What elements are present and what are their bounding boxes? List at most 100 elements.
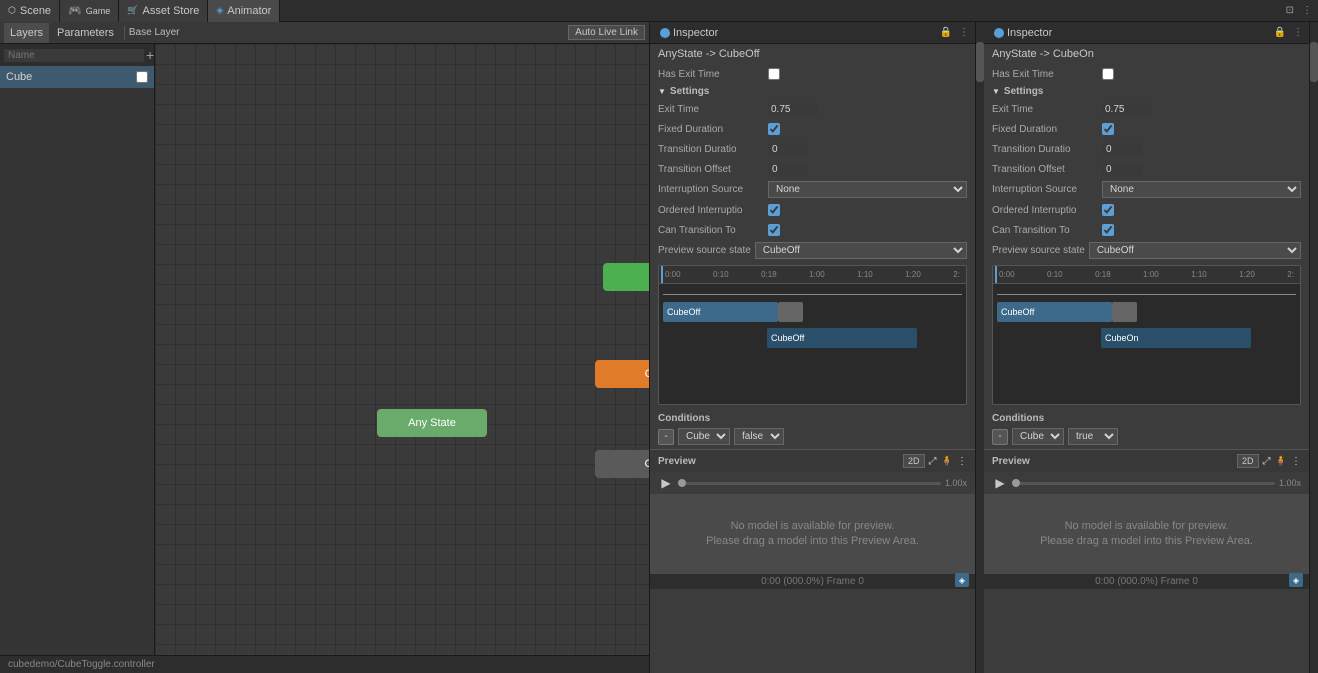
inspector2-ordered-checkbox[interactable] (1102, 204, 1114, 216)
inspector2-playbar[interactable] (1012, 482, 1275, 485)
minimize-btn[interactable]: ⊡ (1284, 5, 1296, 16)
inspector1-playbar[interactable] (678, 482, 941, 485)
auto-live-button[interactable]: Auto Live Link (568, 25, 645, 40)
inspector1-trans-duration-input[interactable] (768, 143, 808, 156)
animator-graph[interactable]: Entry Any State CubeOff CubeOn (155, 44, 649, 655)
inspector1-lock-btn[interactable]: 🔒 (938, 27, 954, 38)
preview2-more-icon[interactable]: ⋮ (1291, 456, 1301, 467)
tab-scene[interactable]: ⬡ Scene (0, 0, 60, 22)
inspector1-preview-source-dropdown[interactable]: CubeOff (755, 242, 967, 259)
inspector2-condition-minus[interactable]: - (992, 429, 1008, 445)
preview-icon-2[interactable]: 🧍 (941, 456, 953, 467)
inspector1-no-model-text: No model is available for preview.Please… (706, 519, 919, 550)
inspector1-has-exit-time-label: Has Exit Time (658, 69, 768, 80)
inspector1-settings-label: Settings (670, 86, 709, 97)
inspector1-can-transition-checkbox[interactable] (768, 224, 780, 236)
timeline2-cursor (995, 266, 997, 283)
inspector1-timeline: 0:00 0:10 0:18 1:00 1:10 1:20 2: (658, 265, 967, 405)
inspector2-preview-header: Preview 2D ⤢ 🧍 ⋮ (984, 450, 1309, 472)
inspector1-cond-operator[interactable]: false true (734, 428, 784, 445)
inspector2-no-model-text: No model is available for preview.Please… (1040, 519, 1253, 550)
inspector2-settings-section: ▼ Settings (984, 84, 1309, 99)
base-layer-label: Base Layer (129, 27, 180, 38)
right-scrollbar-thumb[interactable] (1310, 42, 1318, 82)
inspector2-frame-display: 0:00 (000.0%) Frame 0 ◈ (984, 574, 1309, 589)
preview-icon-1[interactable]: ⤢ (929, 456, 937, 467)
inspector2-preview-label: Preview (992, 456, 1030, 467)
inspector2-frame-icon[interactable]: ◈ (1289, 573, 1303, 587)
preview2-icon-2[interactable]: 🧍 (1275, 456, 1287, 467)
inspector1-tab[interactable]: Inspector (654, 22, 724, 44)
playbar2-thumb (1012, 479, 1020, 487)
inspector2-cond-operator[interactable]: true false (1068, 428, 1118, 445)
tab-asset-store[interactable]: 🛒 Asset Store (119, 0, 208, 22)
layer-sidebar: + ≡ Cube (0, 44, 155, 655)
inspector2-more-btn[interactable]: ⋮ (1291, 27, 1305, 38)
inspector2-condition-row: - Cube true false (992, 428, 1301, 445)
scrollbar-thumb[interactable] (976, 42, 984, 82)
inspector1-scroll-panel: AnyState -> CubeOff Has Exit Time ▼ Sett… (650, 44, 975, 673)
state-node-anystate[interactable]: Any State (377, 409, 487, 437)
animator-panel: Layers Parameters Base Layer Auto Live L… (0, 22, 650, 673)
inspector1-cond-param[interactable]: Cube (678, 428, 730, 445)
inspector-panel-1: Inspector 🔒 ⋮ AnyState -> CubeOff Has Ex… (650, 22, 976, 673)
inspector1-more-btn[interactable]: ⋮ (957, 27, 971, 38)
inspector2-can-transition-checkbox[interactable] (1102, 224, 1114, 236)
inspector1-condition-minus[interactable]: - (658, 429, 674, 445)
inspector1-fixed-duration-label: Fixed Duration (658, 124, 768, 135)
inspector1-ordered-checkbox[interactable] (768, 204, 780, 216)
inspector2-frame-text: 0:00 (000.0%) Frame 0 (1095, 576, 1198, 587)
layer-cube-checkbox[interactable] (136, 71, 148, 83)
inspector2-timeline-tracks: CubeOff CubeOn (993, 284, 1300, 404)
parameters-tab[interactable]: Parameters (51, 23, 120, 43)
inspector1-play-btn[interactable]: ▶ (658, 475, 674, 491)
inspector1-frame-icon[interactable]: ◈ (955, 573, 969, 587)
inspector2-has-exit-time-checkbox[interactable] (1102, 68, 1114, 80)
inspector2-preview-source-label: Preview source state (992, 245, 1085, 256)
layer-item-cube[interactable]: Cube (0, 66, 154, 88)
inspector2-timeline: 0:00 0:10 0:18 1:00 1:10 1:20 2: C (992, 265, 1301, 405)
inspector2-interruption-row: Interruption Source None (984, 179, 1309, 200)
inspector1-fixed-duration-row: Fixed Duration (650, 119, 975, 139)
state-node-cubeon[interactable]: CubeOn (595, 450, 649, 478)
toolbar-separator (124, 26, 125, 40)
more-btn[interactable]: ⋮ (1300, 5, 1314, 16)
inspector2-exit-time-input[interactable] (1102, 103, 1152, 116)
inspector2-cond-param[interactable]: Cube (1012, 428, 1064, 445)
inspector1-interruption-dropdown[interactable]: None (768, 181, 967, 198)
inspector1-exit-time-input[interactable] (768, 103, 818, 116)
inspector1-title: AnyState -> CubeOff (650, 44, 975, 64)
inspector2-interruption-dropdown[interactable]: None (1102, 181, 1301, 198)
state-node-entry[interactable]: Entry (603, 263, 649, 291)
inspector1-fixed-duration-checkbox[interactable] (768, 123, 780, 135)
tab-animator[interactable]: ◈ Animator (208, 0, 280, 22)
inspector2-trans-duration-input[interactable] (1102, 143, 1142, 156)
inspector2-lock-btn[interactable]: 🔒 (1272, 27, 1288, 38)
inspector2-tab[interactable]: Inspector (988, 22, 1058, 44)
inspector1-preview-2d: 2D (903, 454, 925, 468)
inspector1-can-transition-label: Can Transition To (658, 225, 768, 236)
state-node-cubeoff[interactable]: CubeOff (595, 360, 649, 388)
inspector2-fixed-duration-checkbox[interactable] (1102, 123, 1114, 135)
track-line (663, 294, 962, 295)
inspector1-timeline-ruler: 0:00 0:10 0:18 1:00 1:10 1:20 2: (659, 266, 966, 284)
inspector1-trans-offset-label: Transition Offset (658, 164, 768, 175)
tab-game[interactable]: 🎮 Game (60, 0, 119, 22)
animator-icon: ◈ (216, 5, 223, 16)
inspector2-preview-source-row: Preview source state CubeOff (984, 240, 1309, 261)
inspector2-preview-source-dropdown[interactable]: CubeOff (1089, 242, 1301, 259)
inspector1-has-exit-time-checkbox[interactable] (768, 68, 780, 80)
preview-more-icon[interactable]: ⋮ (957, 456, 967, 467)
inspector2-play-btn[interactable]: ▶ (992, 475, 1008, 491)
layer-search-input[interactable] (4, 49, 144, 62)
inspector2-conditions-header: Conditions (992, 413, 1301, 424)
inspector2-trans-offset-input[interactable] (1102, 163, 1142, 176)
inspector1-trans-offset-input[interactable] (768, 163, 808, 176)
inspector2-icon (994, 28, 1004, 38)
inspector1-settings-section: ▼ Settings (650, 84, 975, 99)
inspector2-fixed-duration-row: Fixed Duration (984, 119, 1309, 139)
tab-controls: ⊡ ⋮ (1284, 5, 1318, 16)
inspector2-preview-playback: ▶ 1.00x (984, 472, 1309, 494)
preview2-icon-1[interactable]: ⤢ (1263, 456, 1271, 467)
layers-tab[interactable]: Layers (4, 23, 49, 43)
